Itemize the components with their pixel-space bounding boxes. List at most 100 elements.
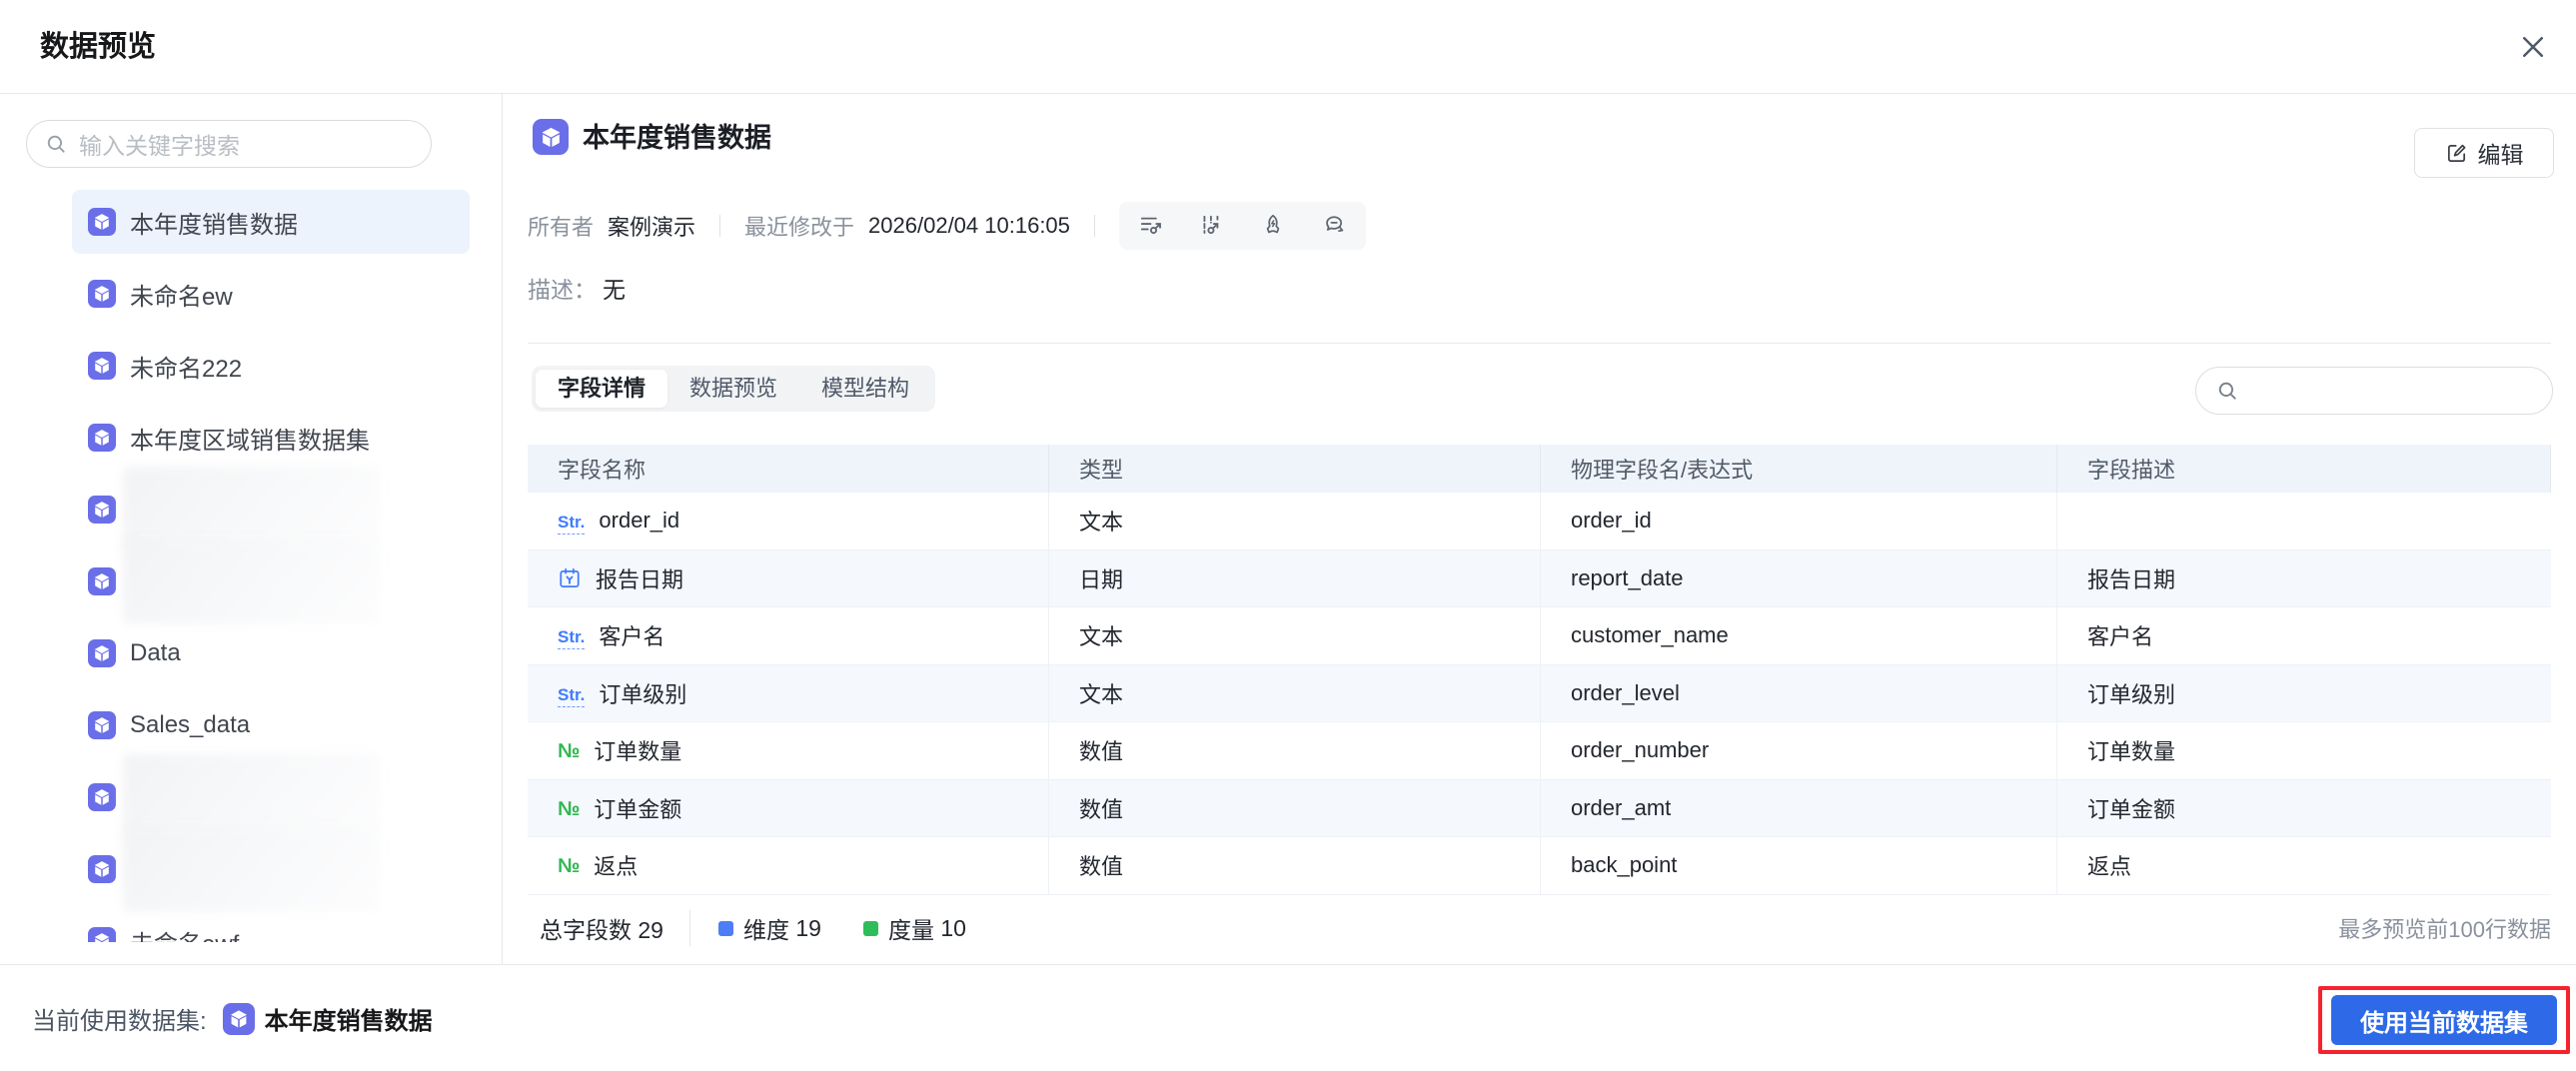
field-lineage-icon[interactable]: [1138, 213, 1164, 239]
dataset-sidebar: 输入关键字搜索 本年度销售数据 未命名ew 未命名222 本年度区域销售数据集: [0, 94, 503, 964]
dataset-cube-icon: [88, 567, 116, 595]
table-header-row: 字段名称 类型 物理字段名/表达式 字段描述: [528, 445, 2551, 493]
table-column-header: 类型: [1049, 445, 1541, 493]
dataset-list-item-label: 本年度区域销售数据集: [130, 427, 370, 455]
field-type: 文本: [1049, 493, 1541, 549]
measure-label: 度量: [887, 917, 934, 943]
dimension-count: 19: [795, 914, 821, 941]
dataset-list-item[interactable]: 未命名ewf: [72, 909, 470, 942]
dataset-list-item[interactable]: 本年度区域销售数据集: [72, 406, 470, 470]
field-type-icon: №: [558, 740, 581, 763]
dataset-cube-icon: [88, 927, 116, 942]
table-row: № 订单金额 数值 order_amt 订单金额: [528, 779, 2551, 837]
field-name: 订单数量: [594, 739, 682, 765]
dialog-title: 数据预览: [40, 31, 157, 63]
highlight-annotation-box: 使用当前数据集: [2318, 986, 2570, 1054]
divider: [688, 910, 690, 946]
edit-icon: [2447, 144, 2465, 162]
field-physical-name: back_point: [1541, 837, 2057, 894]
blurred-label-placeholder: [123, 826, 380, 912]
dataset-list-item[interactable]: 未命名ew: [72, 262, 470, 326]
description-row: 描述： 无: [528, 264, 626, 312]
tab-item[interactable]: 模型结构: [799, 370, 931, 408]
dimension-label: 维度: [742, 917, 789, 943]
field-name: 客户名: [599, 624, 665, 650]
dataset-cube-icon: [88, 783, 116, 811]
dataset-list-item[interactable]: 本年度销售数据: [72, 190, 470, 254]
field-type-icon: [558, 566, 582, 590]
dataset-list-item[interactable]: [72, 538, 470, 624]
dataset-cube-icon: [88, 424, 116, 452]
field-type: 数值: [1049, 722, 1541, 779]
field-description: [2057, 493, 2551, 549]
branch-lineage-icon[interactable]: [1199, 213, 1225, 239]
field-physical-name: order_level: [1541, 664, 2057, 721]
table-row: Str. 客户名 文本 customer_name 客户名: [528, 607, 2551, 665]
field-type: 数值: [1049, 779, 1541, 836]
edit-button[interactable]: 编辑: [2414, 128, 2554, 178]
field-physical-name: order_number: [1541, 722, 2057, 779]
comment-icon[interactable]: [1321, 213, 1347, 239]
total-fields-value: 29: [638, 917, 663, 943]
modified-value: 2026/02/04 10:16:05: [868, 213, 1070, 238]
dataset-list-item[interactable]: Sales_data: [72, 693, 470, 757]
dataset-list-item-label: Data: [130, 639, 181, 666]
dataset-list-item[interactable]: [72, 754, 470, 840]
dataset-cube-icon: [88, 280, 116, 308]
dataset-list-item[interactable]: Data: [72, 621, 470, 685]
field-type-icon: Str.: [558, 680, 586, 707]
dataset-list-item[interactable]: 未命名222: [72, 334, 470, 398]
owner-label: 所有者: [528, 215, 595, 240]
rocket-icon[interactable]: [1260, 213, 1286, 239]
field-description: 客户名: [2087, 624, 2154, 650]
tab-item[interactable]: 数据预览: [667, 370, 799, 408]
field-type: 数值: [1049, 837, 1541, 894]
data-preview-dialog: 数据预览 输入关键字搜索 本年度销售数据 未命名ew 未命名222 本年度区域销…: [0, 0, 2576, 1071]
dataset-list-item[interactable]: [72, 826, 470, 912]
search-icon: [47, 135, 65, 153]
field-name: 报告日期: [596, 566, 684, 592]
measure-legend-swatch: [862, 920, 878, 936]
dataset-cube-icon: [88, 352, 116, 380]
owner-value: 案例演示: [608, 215, 696, 240]
use-current-dataset-button[interactable]: 使用当前数据集: [2331, 995, 2557, 1045]
tab-active[interactable]: 字段详情: [536, 370, 668, 408]
table-row: 报告日期 日期 report_date 报告日期: [528, 549, 2551, 607]
table-row: № 订单数量 数值 order_number 订单数量: [528, 722, 2551, 780]
dataset-list: 本年度销售数据 未命名ew 未命名222 本年度区域销售数据集 Data Sal…: [0, 190, 502, 942]
table-search-input[interactable]: [2195, 367, 2553, 415]
dataset-list-item[interactable]: [72, 467, 470, 552]
table-column-header: 字段名称: [528, 445, 1049, 493]
dataset-cube-icon: [222, 1002, 255, 1035]
field-description: 订单金额: [2087, 796, 2176, 822]
dialog-header: 数据预览: [0, 0, 2576, 94]
field-name: 订单金额: [594, 796, 682, 822]
dataset-toolbar: [1118, 202, 1366, 250]
measure-legend: 度量 10: [862, 911, 966, 945]
table-column-header: 物理字段名/表达式: [1541, 445, 2057, 493]
field-type: 文本: [1049, 664, 1541, 721]
field-type-icon: Str.: [558, 622, 586, 650]
current-dataset-label: 当前使用数据集:: [32, 1008, 207, 1035]
dialog-footer: 当前使用数据集: 本年度销售数据 使用当前数据集: [0, 964, 2576, 1071]
close-icon[interactable]: [2516, 30, 2550, 64]
field-description: 返点: [2087, 854, 2132, 880]
dataset-cube-icon: [88, 208, 116, 236]
sidebar-search-placeholder: 输入关键字搜索: [79, 133, 240, 159]
dataset-list-item-label: 未命名222: [130, 355, 243, 383]
dataset-cube-icon: [88, 855, 116, 883]
blurred-label-placeholder: [123, 538, 380, 624]
current-dataset-name: 本年度销售数据: [264, 1008, 433, 1035]
sidebar-search-input[interactable]: 输入关键字搜索: [26, 120, 432, 168]
modified-label: 最近修改于: [744, 215, 855, 240]
table-row: № 返点 数值 back_point 返点: [528, 837, 2551, 895]
field-physical-name: order_amt: [1541, 779, 2057, 836]
dataset-list-item-label: Sales_data: [130, 711, 251, 738]
measure-count: 10: [940, 914, 966, 941]
field-type-icon: №: [558, 797, 581, 820]
field-stats-row: 总字段数 29 维度 19 度量 10 最多预览前100行数据: [528, 910, 2551, 946]
field-physical-name: customer_name: [1541, 607, 2057, 664]
field-type-icon: №: [558, 855, 581, 878]
table-row: Str. order_id 文本 order_id: [528, 493, 2551, 550]
field-type: 日期: [1049, 549, 1541, 606]
